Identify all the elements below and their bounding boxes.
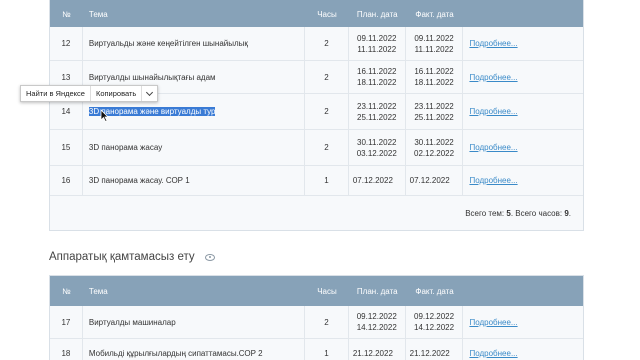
row-num: 16 [50, 166, 83, 195]
plan-date-1: 16.11.2022 [357, 67, 397, 76]
fact-date-1: 16.11.2022 [414, 67, 454, 76]
details-link[interactable]: Подробнее... [469, 143, 517, 152]
totals-summary: Всего тем: 5. Всего часов: 9. [50, 196, 583, 218]
table-row: 12 Виртуальды және кеңейтілген шынайылық… [50, 27, 583, 61]
row-link-cell: Подробнее... [463, 27, 583, 60]
header-theme: Тема [88, 9, 108, 19]
lessons-table-panel: № Тема Часы План. дата Факт. дата 12 Вир… [49, 0, 584, 231]
row-hours: 2 [305, 27, 349, 60]
summary-suffix: . [568, 209, 571, 218]
row-hours: 2 [305, 130, 349, 165]
row-theme: Мобильді құрылғылардың сипаттамасы.СОР 2 [83, 339, 306, 360]
header-hours: Часы [317, 9, 337, 19]
details-link[interactable]: Подробнее... [469, 176, 517, 185]
row-link-cell: Подробнее... [463, 339, 583, 360]
row-link-cell: Подробнее... [463, 166, 583, 195]
row-hours: 2 [305, 94, 349, 129]
row-theme: Виртуалды машиналар [83, 306, 306, 338]
row-plan-date: 21.12.2022 [349, 339, 406, 360]
mouse-cursor-icon [100, 109, 109, 122]
row-fact-dates: 16.11.2022 18.11.2022 [406, 61, 464, 93]
details-link[interactable]: Подробнее... [469, 349, 517, 358]
row-plan-date: 07.12.2022 [349, 166, 406, 195]
fact-date-1: 09.12.2022 [414, 312, 455, 321]
row-link-cell: Подробнее... [463, 61, 583, 93]
chevron-down-icon [146, 88, 154, 96]
selection-context-menu: Найти в Яндексе Копировать [20, 85, 159, 102]
plan-date-2: 14.12.2022 [356, 323, 397, 332]
summary-middle: . Всего часов: [510, 209, 565, 218]
row-link-cell: Подробнее... [463, 306, 583, 338]
header-plan-date: План. дата [356, 286, 398, 296]
header-link [463, 276, 583, 306]
row-num: 17 [50, 306, 83, 338]
row-fact-date: 21.12.2022 [406, 339, 464, 360]
summary-prefix: Всего тем: [465, 209, 507, 218]
table-row: 15 3D панорама жасау 2 30.11.2022 03.12.… [50, 130, 583, 166]
row-hours: 2 [305, 61, 349, 93]
table-header: № Тема Часы План. дата Факт. дата [50, 0, 583, 27]
header-link [463, 1, 583, 27]
row-num: 12 [50, 27, 83, 60]
header-theme: Тема [88, 286, 108, 296]
plan-date-1: 23.11.2022 [357, 101, 397, 111]
header-num: № [62, 9, 71, 19]
row-theme: 3D панорама жасау. СОР 1 [83, 166, 306, 195]
row-fact-dates: 09.11.2022 11.11.2022 [406, 27, 464, 60]
plan-date-1: 30.11.2022 [357, 137, 397, 147]
row-num: 18 [50, 339, 83, 360]
row-num: 15 [50, 130, 83, 165]
plan-date-2: 25.11.2022 [357, 112, 397, 122]
row-plan-dates: 09.12.2022 14.12.2022 [349, 306, 406, 338]
eye-icon[interactable] [204, 253, 215, 261]
plan-date-1: 09.12.2022 [356, 312, 397, 321]
header-hours: Часы [317, 286, 337, 296]
find-in-yandex-button[interactable]: Найти в Яндексе [21, 86, 91, 101]
fact-date-1: 23.11.2022 [414, 101, 454, 111]
row-theme: Виртуальды және кеңейтілген шынайылық [83, 27, 306, 60]
row-hours: 1 [305, 166, 349, 195]
header-fact-date: Факт. дата [415, 9, 454, 19]
header-num: № [62, 286, 71, 296]
row-hours: 1 [305, 339, 349, 360]
header-plan-date: План. дата [356, 9, 398, 19]
row-plan-dates: 09.11.2022 11.11.2022 [349, 27, 406, 60]
fact-date-1: 09.11.2022 [414, 33, 454, 43]
fact-date-1: 30.11.2022 [414, 137, 454, 147]
row-theme: 3D панорама жасау [83, 130, 306, 165]
fact-date-2: 18.11.2022 [414, 78, 454, 87]
row-hours: 2 [305, 306, 349, 338]
fact-date-2: 14.12.2022 [414, 323, 455, 332]
row-fact-date: 07.12.2022 [406, 166, 464, 195]
details-link[interactable]: Подробнее... [469, 318, 517, 327]
table-row: 16 3D панорама жасау. СОР 1 1 07.12.2022… [50, 166, 583, 196]
row-plan-dates: 30.11.2022 03.12.2022 [349, 130, 406, 165]
row-fact-dates: 23.11.2022 25.11.2022 [406, 94, 464, 129]
row-link-cell: Подробнее... [463, 94, 583, 129]
table-row: 17 Виртуалды машиналар 2 09.12.2022 14.1… [50, 306, 583, 339]
table-header: № Тема Часы План. дата Факт. дата [50, 276, 583, 306]
row-plan-dates: 23.11.2022 25.11.2022 [349, 94, 406, 129]
plan-date-2: 03.12.2022 [356, 148, 397, 158]
row-link-cell: Подробнее... [463, 130, 583, 165]
table-row: 18 Мобильді құрылғылардың сипаттамасы.СО… [50, 339, 583, 360]
plan-date-1: 09.11.2022 [357, 33, 397, 43]
details-link[interactable]: Подробнее... [469, 107, 517, 116]
row-fact-dates: 30.11.2022 02.12.2022 [406, 130, 464, 165]
plan-date-2: 18.11.2022 [357, 78, 397, 87]
fact-date-2: 02.12.2022 [414, 148, 455, 158]
row-fact-dates: 09.12.2022 14.12.2022 [406, 306, 464, 338]
copy-button[interactable]: Копировать [91, 86, 143, 101]
fact-date-2: 11.11.2022 [414, 44, 454, 54]
details-link[interactable]: Подробнее... [469, 39, 517, 48]
plan-date-2: 11.11.2022 [357, 44, 397, 54]
fact-date-2: 25.11.2022 [414, 112, 454, 122]
more-options-button[interactable] [142, 86, 157, 101]
hardware-table-panel: № Тема Часы План. дата Факт. дата 17 Вир… [49, 275, 584, 360]
row-plan-dates: 16.11.2022 18.11.2022 [349, 61, 406, 93]
details-link[interactable]: Подробнее... [469, 73, 517, 82]
section-heading: Аппаратық қамтамасыз ету [49, 251, 215, 263]
header-fact-date: Факт. дата [415, 286, 454, 296]
section-title: Аппаратық қамтамасыз ету [49, 251, 195, 263]
